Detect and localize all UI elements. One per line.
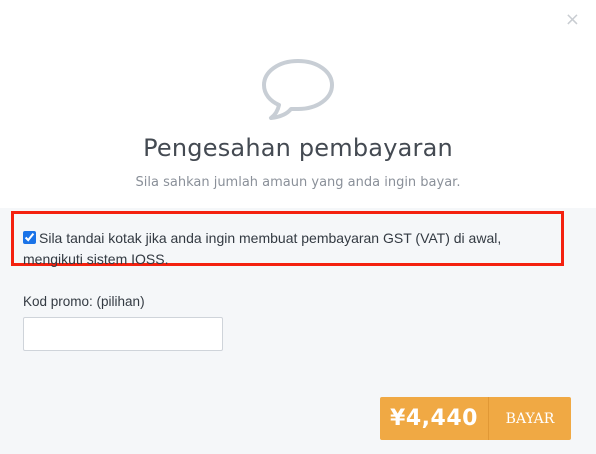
speech-bubble-icon xyxy=(262,59,334,120)
modal-title: Pengesahan pembayaran xyxy=(143,134,453,162)
promo-code-input[interactable] xyxy=(23,317,223,351)
pay-button[interactable]: ¥4,440 BAYAR xyxy=(380,397,571,440)
promo-code-label: Kod promo: (pilihan) xyxy=(23,294,145,309)
gst-checkbox-label: Sila tandai kotak jika anda ingin membua… xyxy=(23,230,502,267)
pay-label: BAYAR xyxy=(505,410,555,427)
payment-confirmation-modal: × Pengesahan pembayaran Sila sahkan juml… xyxy=(0,0,596,454)
close-icon[interactable]: × xyxy=(565,10,580,30)
pay-amount: ¥4,440 xyxy=(390,406,478,431)
gst-checkbox-row[interactable]: Sila tandai kotak jika anda ingin membua… xyxy=(23,228,553,270)
modal-subtitle: Sila sahkan jumlah amaun yang anda ingin… xyxy=(135,175,461,190)
gst-checkbox[interactable] xyxy=(23,231,36,244)
modal-header: Pengesahan pembayaran Sila sahkan jumlah… xyxy=(0,0,596,208)
modal-body: Sila tandai kotak jika anda ingin membua… xyxy=(0,208,596,454)
